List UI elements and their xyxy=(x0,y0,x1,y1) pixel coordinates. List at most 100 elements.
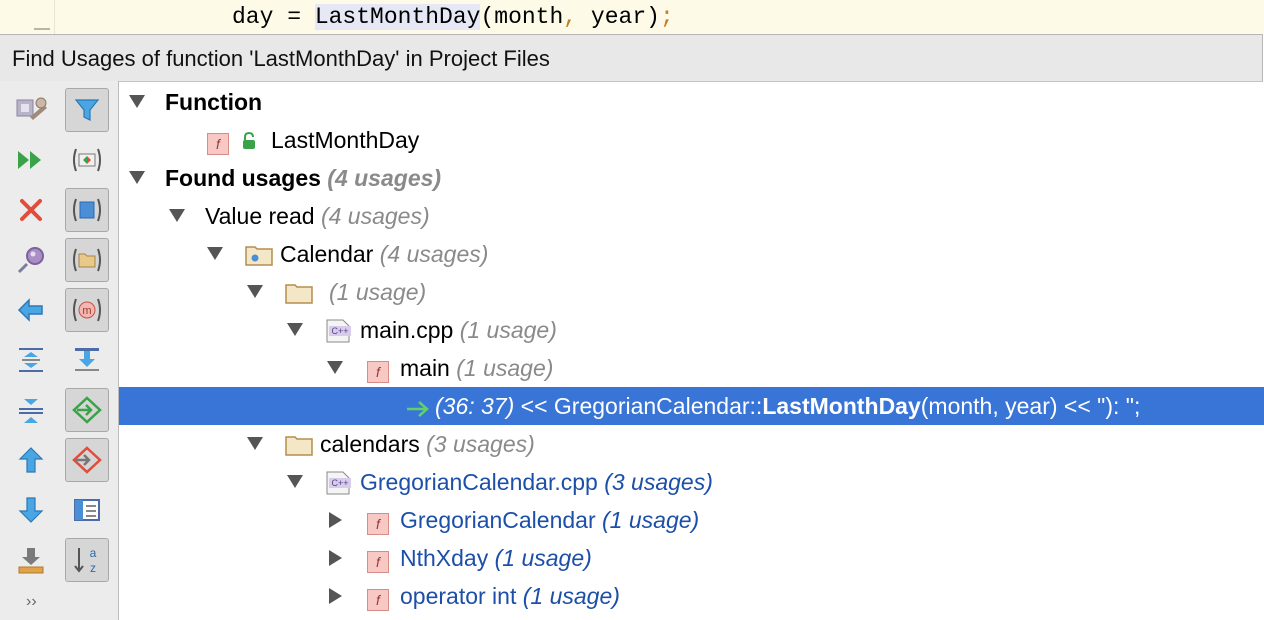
nthxday-function-count: (1 usage) xyxy=(494,545,592,571)
rerun-settings-button[interactable] xyxy=(9,88,53,132)
found-usages-label: Found usages xyxy=(165,165,321,191)
function-icon: f xyxy=(207,128,229,155)
tree-row-main-cpp[interactable]: C++ main.cpp (1 usage) xyxy=(119,311,1264,349)
group-by-usage-type-icon xyxy=(73,148,101,172)
code-line[interactable]: day = LastMonthDay(month, year); xyxy=(232,4,674,30)
tree-row-function[interactable]: Function xyxy=(119,83,1264,121)
function-badge: f xyxy=(367,589,389,611)
expand-toggle[interactable] xyxy=(247,437,263,450)
expand-toggle[interactable] xyxy=(129,95,145,108)
previous-occurrence-icon xyxy=(18,447,44,473)
more-tools-chevron[interactable]: ›› xyxy=(26,593,37,611)
group-by-package-toggle[interactable] xyxy=(65,238,109,282)
tree-row-gregoriancalendar-function[interactable]: f GregorianCalendar (1 usage) xyxy=(119,501,1264,539)
function-icon: f xyxy=(367,584,389,611)
value-read-count: (4 usages) xyxy=(320,203,430,229)
collapse-all-icon xyxy=(19,399,43,423)
svg-text:m: m xyxy=(82,305,91,317)
expand-toggle[interactable] xyxy=(287,475,303,488)
usages-tree[interactable]: Function f LastMonthDay Found usages (4 … xyxy=(119,81,1264,620)
expand-toggle[interactable] xyxy=(207,247,223,260)
cpp-badge-text: C++ xyxy=(331,478,348,488)
expand-toggle[interactable] xyxy=(169,209,185,222)
gregorian-cpp-count: (3 usages) xyxy=(604,469,713,495)
tree-row-target-function[interactable]: f LastMonthDay xyxy=(119,121,1264,159)
main-function-count: (1 usage) xyxy=(456,355,554,381)
usage-code-suffix: (month, year) << "): "; xyxy=(920,393,1141,419)
group-by-usage-type-toggle[interactable] xyxy=(65,138,109,182)
rerun-button[interactable] xyxy=(9,138,53,182)
tree-row-main-function[interactable]: f main (1 usage) xyxy=(119,349,1264,387)
close-button[interactable] xyxy=(9,188,53,232)
target-function-name: LastMonthDay xyxy=(271,127,420,153)
group-by-module-toggle[interactable] xyxy=(65,188,109,232)
back-icon xyxy=(17,298,43,322)
code-semicolon: ; xyxy=(659,4,674,30)
code-function-call: LastMonthDay xyxy=(314,4,481,30)
preview-button[interactable] xyxy=(65,488,109,532)
collapse-toggle[interactable] xyxy=(329,512,342,528)
code-args: (month xyxy=(480,4,564,30)
close-icon xyxy=(20,199,42,221)
svg-text:z: z xyxy=(90,561,96,575)
group-by-method-icon: m xyxy=(73,298,101,322)
expand-all-button[interactable] xyxy=(9,338,53,382)
show-write-access-toggle[interactable] xyxy=(65,438,109,482)
sort-alphabetically-toggle[interactable]: az xyxy=(65,538,109,582)
expand-toggle[interactable] xyxy=(247,285,263,298)
tree-row-found-usages[interactable]: Found usages (4 usages) xyxy=(119,159,1264,197)
collapse-all-button[interactable] xyxy=(9,388,53,432)
collapse-toggle[interactable] xyxy=(329,550,342,566)
expand-toggle[interactable] xyxy=(129,171,145,184)
found-usages-count: (4 usages) xyxy=(327,165,442,191)
collapse-toggle[interactable] xyxy=(329,588,342,604)
public-access-icon xyxy=(239,130,259,157)
svg-text:a: a xyxy=(90,546,97,560)
function-badge: f xyxy=(367,361,389,383)
next-occurrence-icon xyxy=(18,497,44,523)
gutter-mark xyxy=(34,28,50,30)
export-button[interactable] xyxy=(9,538,53,582)
show-write-access-icon xyxy=(72,446,102,474)
directory-count: (1 usage) xyxy=(329,279,427,305)
tree-row-directory[interactable]: (1 usage) xyxy=(119,273,1264,311)
function-group-label: Function xyxy=(165,89,263,115)
show-read-access-icon xyxy=(72,396,102,424)
scroll-to-source-button[interactable] xyxy=(65,338,109,382)
previous-occurrence-button[interactable] xyxy=(9,438,53,482)
tree-row-nthxday-function[interactable]: f NthXday (1 usage) xyxy=(119,539,1264,577)
tree-row-value-read[interactable]: Value read (4 usages) xyxy=(119,197,1264,235)
usage-location: (36: 37) xyxy=(435,393,515,419)
tree-row-calendar-module[interactable]: Calendar (4 usages) xyxy=(119,235,1264,273)
tree-row-usage-selected[interactable]: (36: 37) << GregorianCalendar::LastMonth… xyxy=(119,387,1264,425)
tree-row-calendars-directory[interactable]: calendars (3 usages) xyxy=(119,425,1264,463)
cpp-file-icon: C++ xyxy=(325,319,353,349)
show-read-access-toggle[interactable] xyxy=(65,388,109,432)
next-occurrence-button[interactable] xyxy=(9,488,53,532)
find-toolbar: ›› m az xyxy=(0,81,119,620)
module-folder-icon xyxy=(245,244,273,272)
scroll-to-source-icon xyxy=(75,348,99,371)
filter-toggle[interactable] xyxy=(65,88,109,132)
cpp-badge-text: C++ xyxy=(331,326,348,336)
value-read-label: Value read xyxy=(205,203,315,229)
tree-row-operator-int-function[interactable]: f operator int (1 usage) xyxy=(119,577,1264,615)
function-icon: f xyxy=(367,546,389,573)
gregoriancalendar-function-count: (1 usage) xyxy=(602,507,700,533)
group-by-package-icon xyxy=(73,248,101,272)
group-by-method-toggle[interactable]: m xyxy=(65,288,109,332)
function-icon: f xyxy=(367,508,389,535)
pin-button[interactable] xyxy=(9,238,53,282)
back-button[interactable] xyxy=(9,288,53,332)
operator-int-function-count: (1 usage) xyxy=(522,583,620,609)
function-badge: f xyxy=(367,513,389,535)
calendar-count: (4 usages) xyxy=(379,241,489,267)
code-editor-line[interactable]: day = LastMonthDay(month, year); xyxy=(0,0,1264,34)
expand-toggle[interactable] xyxy=(287,323,303,336)
tree-row-gregorian-cpp[interactable]: C++ GregorianCalendar.cpp (3 usages) xyxy=(119,463,1264,501)
group-by-module-icon xyxy=(73,198,101,222)
cpp-file-icon: C++ xyxy=(325,471,353,501)
filter-icon xyxy=(74,99,100,121)
expand-toggle[interactable] xyxy=(327,361,343,374)
gregorian-cpp-label: GregorianCalendar.cpp xyxy=(360,469,598,495)
